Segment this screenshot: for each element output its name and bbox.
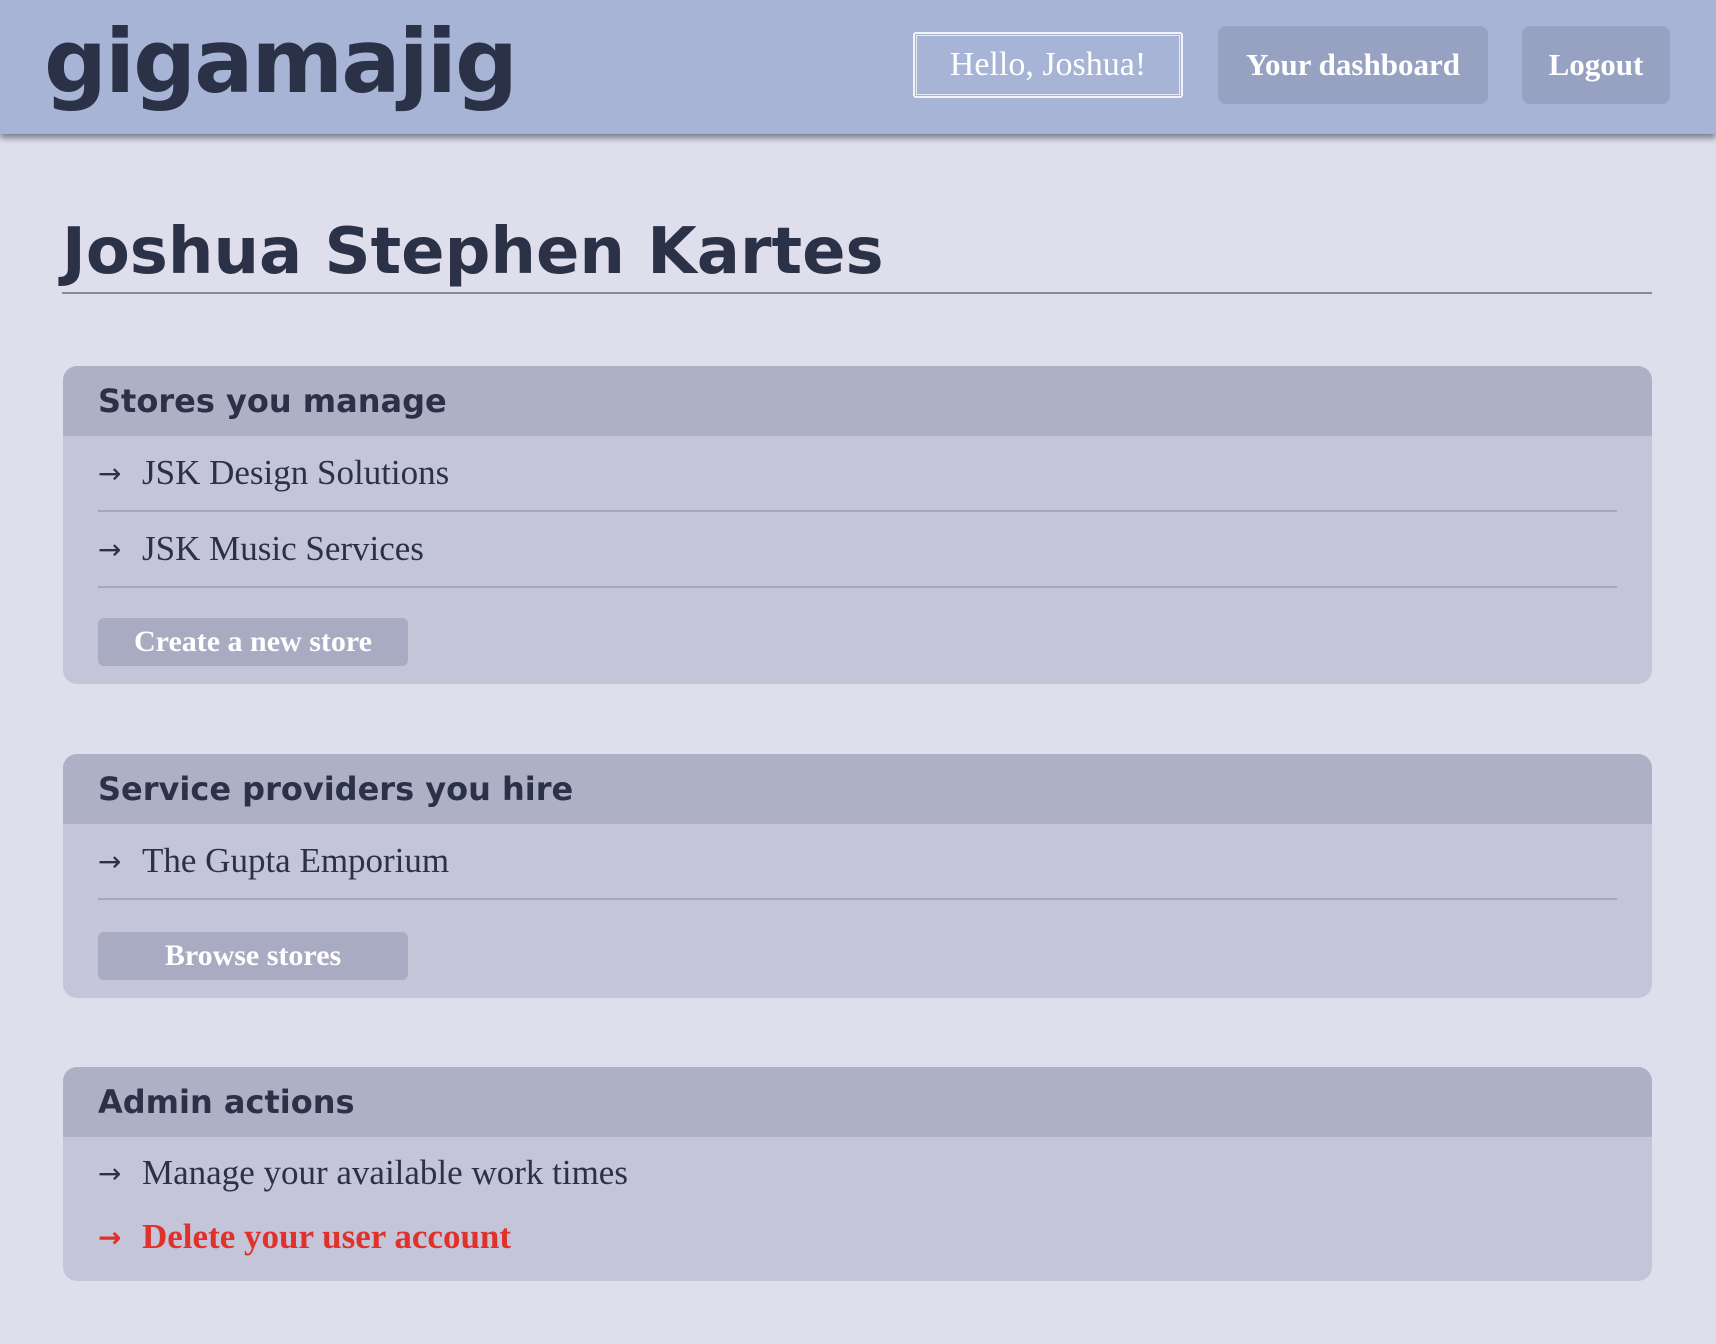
logout-button[interactable]: Logout [1522,26,1670,104]
arrow-right-icon: → [98,456,122,490]
admin-card-heading: Admin actions [63,1067,1652,1137]
manage-work-times-link[interactable]: → Manage your available work times [98,1141,1617,1205]
arrow-right-icon: → [98,844,122,878]
admin-card: Admin actions → Manage your available wo… [63,1067,1652,1281]
arrow-right-icon: → [98,532,122,566]
arrow-right-icon: → [98,1220,122,1254]
admin-action-label: Delete your user account [142,1217,512,1256]
top-navbar: gigamajig Hello, Joshua! Your dashboard … [0,0,1716,134]
admin-action-label: Manage your available work times [142,1153,628,1192]
app-logo[interactable]: gigamajig [44,6,518,118]
store-name: JSK Design Solutions [142,453,450,492]
page-title: Joshua Stephen Kartes [62,215,884,289]
providers-card-heading: Service providers you hire [63,754,1652,824]
provider-list-item[interactable]: → The Gupta Emporium [98,824,1617,900]
delete-account-link[interactable]: → Delete your user account [98,1205,1617,1269]
provider-name: The Gupta Emporium [142,841,450,880]
store-name: JSK Music Services [142,529,424,568]
browse-stores-button[interactable]: Browse stores [98,932,408,980]
title-divider [62,292,1652,294]
greeting-label: Hello, Joshua! [913,32,1183,98]
dashboard-button[interactable]: Your dashboard [1218,26,1488,104]
store-list-item[interactable]: → JSK Design Solutions [98,436,1617,512]
stores-card-heading: Stores you manage [63,366,1652,436]
store-list-item[interactable]: → JSK Music Services [98,512,1617,588]
providers-card: Service providers you hire → The Gupta E… [63,754,1652,998]
stores-card: Stores you manage → JSK Design Solutions… [63,366,1652,684]
arrow-right-icon: → [98,1156,122,1190]
create-store-button[interactable]: Create a new store [98,618,408,666]
